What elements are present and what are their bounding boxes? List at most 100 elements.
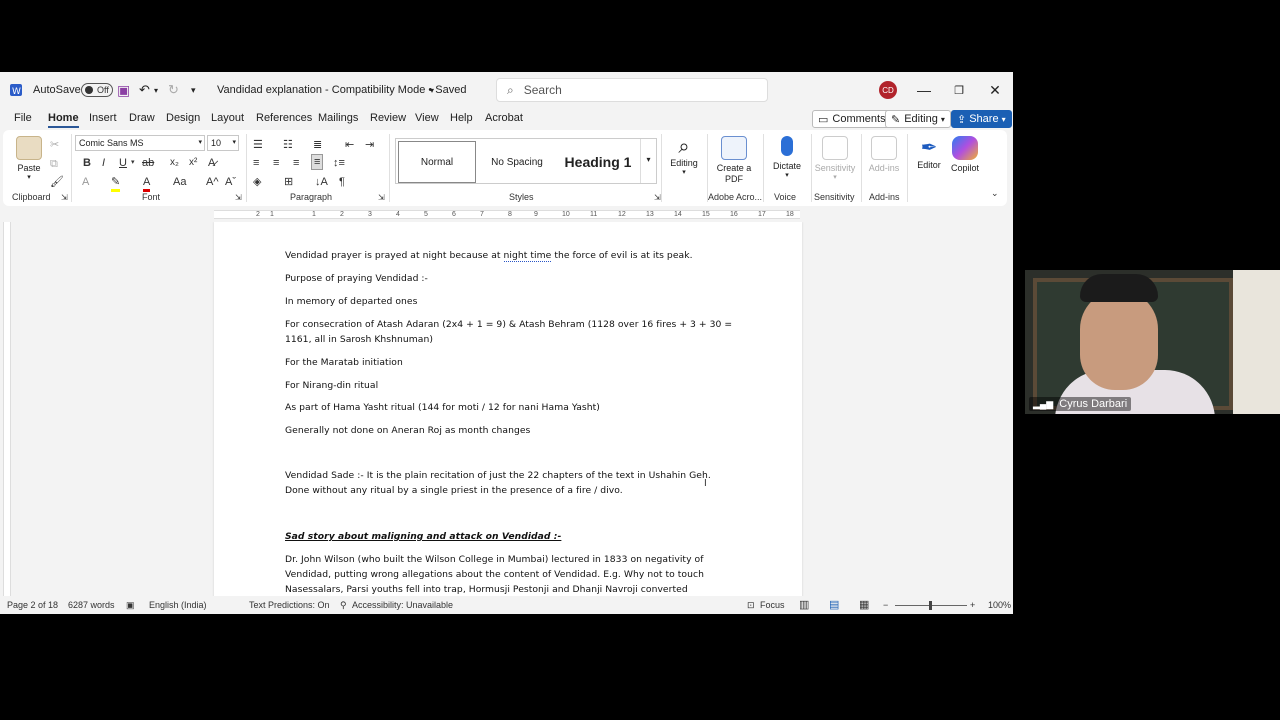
document-area[interactable]: Vendidad prayer is prayed at night becau… xyxy=(14,222,1013,596)
multilevel-list-icon[interactable]: ≣ xyxy=(313,138,322,152)
align-left-icon[interactable]: ≡ xyxy=(253,156,259,170)
tab-review[interactable]: Review xyxy=(370,112,406,124)
autosave-toggle[interactable]: Off xyxy=(75,72,113,108)
grow-font-icon[interactable]: A^ xyxy=(206,175,219,189)
search-box[interactable]: ⌕ Search xyxy=(496,78,768,102)
borders-icon[interactable]: ⊞ xyxy=(284,175,293,189)
tab-help[interactable]: Help xyxy=(450,112,473,124)
focus-mode[interactable]: Focus xyxy=(760,600,785,610)
redo-icon[interactable]: ↻ xyxy=(168,72,179,108)
horizontal-ruler[interactable]: 2 1 1 2 3 4 5 6 7 8 9 10 11 12 13 14 15 … xyxy=(0,206,1013,222)
text-predictions[interactable]: Text Predictions: On xyxy=(249,600,330,610)
shading-icon[interactable]: ◈ xyxy=(253,175,261,189)
participant-name: Cyrus Darbari xyxy=(1059,398,1128,410)
styles-more-icon[interactable]: ▾ xyxy=(640,139,656,183)
customize-qat-icon[interactable]: ▾ xyxy=(191,72,196,108)
font-launcher-icon[interactable]: ⇲ xyxy=(235,191,242,205)
tab-file[interactable]: File xyxy=(14,112,32,124)
undo-icon[interactable]: ↶ xyxy=(139,72,150,108)
copilot-button[interactable]: Copilot xyxy=(947,136,983,173)
ruler-tick: 16 xyxy=(730,211,738,218)
cut-icon[interactable]: ✂ xyxy=(50,138,59,152)
restore-icon[interactable]: ❐ xyxy=(941,72,977,108)
tab-design[interactable]: Design xyxy=(166,112,200,124)
decrease-indent-icon[interactable]: ⇤ xyxy=(345,138,354,152)
style-no-spacing[interactable]: No Spacing xyxy=(478,141,556,183)
tab-draw[interactable]: Draw xyxy=(129,112,155,124)
zoom-level[interactable]: 100% xyxy=(988,600,1011,610)
align-right-icon[interactable]: ≡ xyxy=(293,156,299,170)
title-dropdown-icon[interactable]: ▾ xyxy=(430,72,434,108)
strikethrough-icon[interactable]: ab xyxy=(142,156,154,170)
increase-indent-icon[interactable]: ⇥ xyxy=(365,138,374,152)
dictate-button[interactable]: Dictate ▾ xyxy=(767,136,807,179)
avatar[interactable]: CD xyxy=(879,81,897,99)
font-size-dropdown[interactable]: 10 ▾ xyxy=(207,135,239,151)
sort-icon[interactable]: ↓A xyxy=(315,175,328,189)
paragraph-launcher-icon[interactable]: ⇲ xyxy=(378,191,385,205)
tab-insert[interactable]: Insert xyxy=(89,112,117,124)
show-marks-icon[interactable]: ¶ xyxy=(339,175,345,189)
vertical-ruler[interactable] xyxy=(0,222,14,596)
word-count[interactable]: 6287 words xyxy=(68,600,115,610)
format-painter-icon[interactable]: 🖌 xyxy=(50,175,64,189)
shrink-font-icon[interactable]: Aˇ xyxy=(225,175,236,189)
undo-dropdown-icon[interactable]: ▾ xyxy=(154,72,158,108)
highlight-icon[interactable]: ✎ xyxy=(111,175,121,192)
bold-icon[interactable]: B xyxy=(83,156,91,170)
read-mode-icon[interactable]: ▥ xyxy=(799,598,809,611)
line-spacing-icon[interactable]: ↕≡ xyxy=(333,156,345,170)
paste-button[interactable]: Paste ▾ xyxy=(15,136,43,181)
page-count[interactable]: Page 2 of 18 xyxy=(7,600,58,610)
subscript-icon[interactable]: x₂ xyxy=(170,156,179,170)
clipboard-launcher-icon[interactable]: ⇲ xyxy=(61,191,68,205)
style-heading-1[interactable]: Heading 1 xyxy=(558,141,638,183)
font-name-value: Comic Sans MS xyxy=(79,138,144,148)
tab-acrobat[interactable]: Acrobat xyxy=(485,112,523,124)
zoom-out-icon[interactable]: − xyxy=(883,600,888,610)
document-page[interactable]: Vendidad prayer is prayed at night becau… xyxy=(214,222,802,596)
styles-launcher-icon[interactable]: ⇲ xyxy=(654,191,661,205)
comments-button[interactable]: ▭ Comments xyxy=(812,110,892,128)
numbering-icon[interactable]: ☷ xyxy=(283,138,293,152)
tab-layout[interactable]: Layout xyxy=(211,112,244,124)
proofing-icon[interactable]: ▣ xyxy=(126,600,135,611)
editing-button[interactable]: ⌕ Editing ▾ xyxy=(666,136,702,176)
underline-dropdown-icon[interactable]: ▾ xyxy=(131,156,135,170)
editor-button[interactable]: ✒ Editor xyxy=(913,136,945,170)
tab-mailings[interactable]: Mailings xyxy=(318,112,358,124)
minimize-icon[interactable]: — xyxy=(906,72,942,108)
print-layout-icon[interactable]: ▤ xyxy=(829,598,839,611)
editing-mode-button[interactable]: ✎ Editing ▾ xyxy=(885,110,951,128)
divider xyxy=(907,134,908,202)
font-color-icon[interactable]: A xyxy=(143,175,151,192)
tab-view[interactable]: View xyxy=(415,112,439,124)
collapse-ribbon-icon[interactable]: ⌄ xyxy=(991,186,999,200)
tab-home[interactable]: Home xyxy=(48,112,79,128)
save-icon[interactable]: ▣ xyxy=(117,72,130,108)
language[interactable]: English (India) xyxy=(149,600,207,610)
justify-icon[interactable]: ≡ xyxy=(311,154,324,170)
sensitivity-button[interactable]: Sensitivity ▾ xyxy=(813,136,857,181)
copy-icon[interactable]: ⧉ xyxy=(50,157,58,171)
share-button[interactable]: ⇪ Share ▾ xyxy=(951,110,1012,128)
bullets-icon[interactable]: ☰ xyxy=(253,138,263,152)
font-name-dropdown[interactable]: Comic Sans MS ▾ xyxy=(75,135,205,151)
underline-icon[interactable]: U xyxy=(119,156,127,170)
tab-references[interactable]: References xyxy=(256,112,312,124)
zoom-in-icon[interactable]: + xyxy=(970,600,975,610)
web-layout-icon[interactable]: ▦ xyxy=(859,598,869,611)
superscript-icon[interactable]: x² xyxy=(189,156,197,170)
accessibility-status[interactable]: Accessibility: Unavailable xyxy=(352,600,453,610)
zoom-slider-thumb[interactable] xyxy=(929,601,932,610)
create-pdf-button[interactable]: Create a PDF xyxy=(712,136,756,185)
clear-formatting-icon[interactable]: A̷ xyxy=(208,156,215,170)
italic-icon[interactable]: I xyxy=(102,156,105,170)
align-center-icon[interactable]: ≡ xyxy=(273,156,279,170)
style-normal[interactable]: Normal xyxy=(398,141,476,183)
text-effects-icon[interactable]: A xyxy=(82,175,89,189)
participant-cap xyxy=(1080,274,1158,302)
close-icon[interactable]: ✕ xyxy=(977,72,1013,108)
addins-button[interactable]: Add-ins xyxy=(865,136,903,173)
change-case-icon[interactable]: Aa xyxy=(173,175,186,189)
